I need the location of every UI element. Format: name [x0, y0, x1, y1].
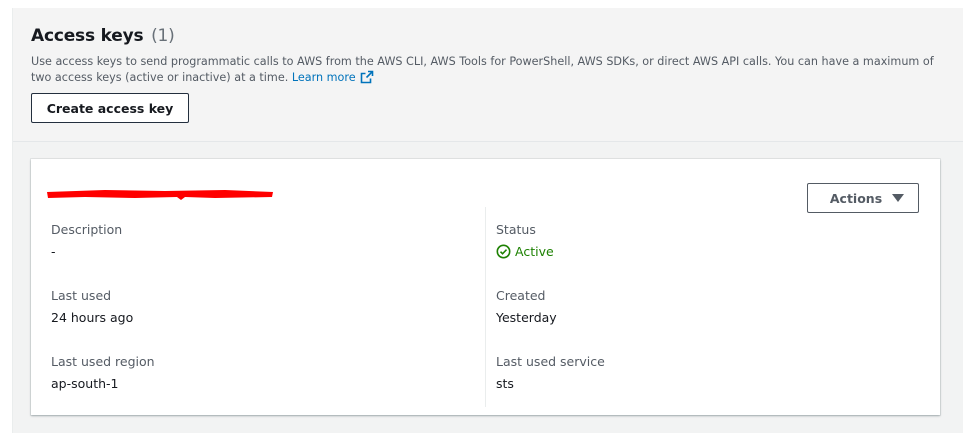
- last-used-region-value: ap-south-1: [51, 376, 119, 391]
- last-used-service-value: sts: [496, 376, 514, 391]
- last-used-service-field: Last used service sts: [496, 354, 605, 391]
- last-used-region-label: Last used region: [51, 354, 155, 369]
- access-key-card: Actions Description - Last used 24 hours…: [31, 159, 940, 415]
- last-used-label: Last used: [51, 288, 112, 303]
- created-field: Created Yesterday: [496, 288, 557, 325]
- last-used-value: 24 hours ago: [51, 310, 134, 325]
- access-keys-header: Access keys (1) Use access keys to send …: [13, 8, 963, 142]
- caret-down-icon: [892, 194, 905, 202]
- actions-label: Actions: [829, 190, 883, 206]
- created-value: Yesterday: [496, 310, 557, 325]
- created-label: Created: [496, 288, 546, 303]
- status-value: Active: [515, 244, 554, 259]
- title-text: Access keys: [31, 26, 144, 46]
- column-divider: [485, 207, 486, 407]
- description-label: Description: [51, 222, 123, 237]
- section-description: Use access keys to send programmatic cal…: [31, 54, 941, 86]
- redacted-access-key-id: [47, 190, 273, 200]
- learn-more-label: Learn more: [291, 71, 356, 84]
- status-value-row: Active: [496, 244, 554, 259]
- status-field: Status Active: [496, 222, 554, 259]
- status-label: Status: [496, 222, 536, 237]
- last-used-region-field: Last used region ap-south-1: [51, 354, 155, 391]
- actions-dropdown-button[interactable]: Actions: [807, 183, 919, 213]
- create-access-key-button[interactable]: Create access key: [31, 93, 189, 123]
- external-link-icon: [360, 70, 373, 84]
- learn-more-link[interactable]: Learn more: [291, 70, 374, 84]
- access-keys-panel: Access keys (1) Use access keys to send …: [12, 8, 963, 433]
- section-title: Access keys (1): [31, 26, 175, 46]
- check-circle-icon: [496, 244, 511, 259]
- description-text: Use access keys to send programmatic cal…: [31, 55, 934, 84]
- last-used-service-label: Last used service: [496, 354, 605, 369]
- description-value: -: [51, 244, 56, 259]
- key-count: (1): [151, 26, 175, 46]
- description-field: Description -: [51, 222, 122, 259]
- last-used-field: Last used 24 hours ago: [51, 288, 133, 325]
